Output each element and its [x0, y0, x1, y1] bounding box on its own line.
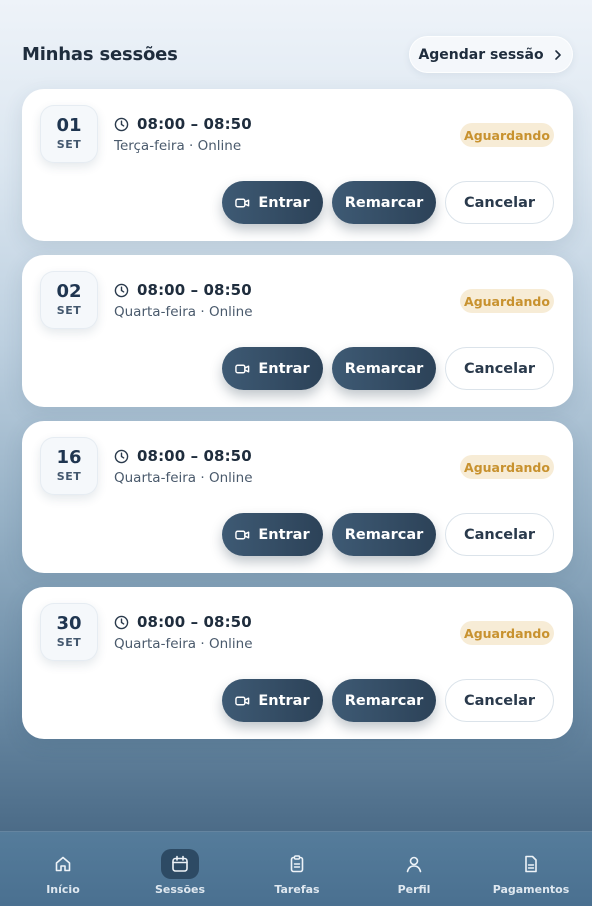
session-month: SET [56, 304, 82, 317]
session-month: SET [56, 636, 82, 649]
calendar-icon [172, 855, 188, 872]
enter-label: Entrar [258, 526, 310, 543]
status-badge: Aguardando [460, 289, 554, 313]
nav-label: Pagamentos [492, 883, 570, 896]
enter-label: Entrar [258, 360, 310, 377]
reschedule-label: Remarcar [344, 526, 424, 543]
nav-icon-wrap [44, 849, 82, 879]
nav-icon-wrap [512, 849, 550, 879]
session-month: SET [56, 138, 82, 151]
session-time-row: 08:00 – 08:50 [114, 613, 252, 631]
session-time-row: 08:00 – 08:50 [114, 447, 252, 465]
clock-icon [114, 283, 129, 297]
cancel-label: Cancelar [463, 360, 536, 377]
session-time-row: 08:00 – 08:50 [114, 115, 252, 133]
session-date: 01 SET [40, 105, 98, 163]
reschedule-button[interactable]: Remarcar [332, 181, 436, 224]
nav-icon-wrap [161, 849, 199, 879]
status-badge: Aguardando [460, 621, 554, 645]
clipboard-icon [290, 855, 304, 873]
session-date: 16 SET [40, 437, 98, 495]
enter-button[interactable]: Entrar [222, 679, 323, 722]
enter-button[interactable]: Entrar [222, 513, 323, 556]
session-day: 16 [56, 447, 82, 468]
session-time: 08:00 – 08:50 [137, 115, 252, 133]
reschedule-button[interactable]: Remarcar [332, 513, 436, 556]
session-card: 01 SET 08:00 – 08:50 Terça-feira · Onlin… [22, 89, 573, 241]
clock-icon [114, 117, 129, 131]
document-icon [525, 855, 537, 873]
session-time-row: 08:00 – 08:50 [114, 281, 252, 299]
reschedule-label: Remarcar [344, 692, 424, 709]
clock-icon [114, 449, 129, 463]
enter-button[interactable]: Entrar [222, 347, 323, 390]
session-day: 01 [56, 115, 82, 136]
status-badge: Aguardando [460, 455, 554, 479]
session-time: 08:00 – 08:50 [137, 613, 252, 631]
cancel-label: Cancelar [463, 526, 536, 543]
enter-label: Entrar [258, 194, 310, 211]
cancel-button[interactable]: Cancelar [445, 347, 554, 390]
session-detail: Quarta-feira · Online [114, 470, 253, 486]
session-time: 08:00 – 08:50 [137, 447, 252, 465]
session-card: 16 SET 08:00 – 08:50 Quarta-feira · Onli… [22, 421, 573, 573]
video-icon [235, 198, 250, 207]
chevron-right-icon [554, 49, 561, 60]
nav-item-payments[interactable]: Pagamentos [481, 832, 581, 906]
enter-label: Entrar [258, 692, 310, 709]
cancel-button[interactable]: Cancelar [445, 679, 554, 722]
schedule-session-button[interactable]: Agendar sessão [409, 36, 573, 73]
session-day: 02 [56, 281, 82, 302]
reschedule-label: Remarcar [344, 194, 424, 211]
session-card: 02 SET 08:00 – 08:50 Quarta-feira · Onli… [22, 255, 573, 407]
nav-label: Perfil [397, 883, 431, 896]
cancel-label: Cancelar [463, 692, 536, 709]
nav-item-profile[interactable]: Perfil [364, 832, 464, 906]
schedule-session-label: Agendar sessão [418, 46, 544, 63]
nav-label: Sessões [154, 883, 206, 896]
session-month: SET [56, 470, 82, 483]
video-icon [235, 364, 250, 373]
nav-label: Tarefas [274, 883, 320, 896]
status-badge: Aguardando [460, 123, 554, 147]
user-icon [406, 856, 422, 873]
home-icon [55, 856, 71, 872]
cancel-button[interactable]: Cancelar [445, 513, 554, 556]
reschedule-button[interactable]: Remarcar [332, 679, 436, 722]
session-date: 30 SET [40, 603, 98, 661]
enter-button[interactable]: Entrar [222, 181, 323, 224]
session-day: 30 [56, 613, 82, 634]
session-card: 30 SET 08:00 – 08:50 Quarta-feira · Onli… [22, 587, 573, 739]
reschedule-label: Remarcar [344, 360, 424, 377]
nav-icon-wrap [395, 849, 433, 879]
nav-item-sessions[interactable]: Sessões [130, 832, 230, 906]
clock-icon [114, 615, 129, 629]
session-detail: Quarta-feira · Online [114, 636, 253, 652]
cancel-button[interactable]: Cancelar [445, 181, 554, 224]
session-time: 08:00 – 08:50 [137, 281, 252, 299]
session-date: 02 SET [40, 271, 98, 329]
reschedule-button[interactable]: Remarcar [332, 347, 436, 390]
nav-label: Início [46, 883, 80, 896]
bottom-nav: Início Sessões Tarefas Perfil Pagamentos [0, 831, 592, 906]
nav-item-tasks[interactable]: Tarefas [247, 832, 347, 906]
cancel-label: Cancelar [463, 194, 536, 211]
page-title: Minhas sessões [22, 44, 178, 65]
session-detail: Terça-feira · Online [114, 138, 242, 154]
top-bar: Minhas sessões Agendar sessão [0, 0, 592, 80]
nav-item-home[interactable]: Início [13, 832, 113, 906]
session-detail: Quarta-feira · Online [114, 304, 253, 320]
video-icon [235, 696, 250, 705]
video-icon [235, 530, 250, 539]
nav-icon-wrap [278, 849, 316, 879]
